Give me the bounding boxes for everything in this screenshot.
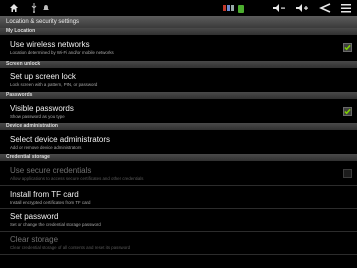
setting-set-up-screen-lock[interactable]: Set up screen lock Lock screen with a pa… — [0, 68, 357, 92]
checkmark-icon — [344, 44, 351, 51]
visible-passwords-checkbox[interactable] — [343, 107, 352, 116]
section-header-my-location: My Location — [0, 28, 357, 35]
setting-install-from-tf-card[interactable]: Install from TF card Install encrypted c… — [0, 186, 357, 208]
status-bar — [0, 0, 357, 16]
setting-use-secure-credentials: Use secure credentials Allow application… — [0, 161, 357, 185]
setting-summary: Show password as you type — [10, 114, 65, 119]
usb-icon — [30, 0, 38, 16]
setting-title: Clear storage — [10, 235, 59, 244]
home-icon[interactable] — [8, 0, 20, 16]
wifi-icon — [236, 0, 246, 16]
wireless-checkbox[interactable] — [343, 43, 352, 52]
setting-visible-passwords[interactable]: Visible passwords Show password as you t… — [0, 99, 357, 123]
setting-title: Set up screen lock — [10, 72, 76, 81]
checkmark-icon — [344, 108, 351, 115]
section-header-device-administration: Device administration — [0, 123, 357, 130]
setting-select-device-administrators[interactable]: Select device administrators Add or remo… — [0, 130, 357, 154]
setting-title: Use wireless networks — [10, 40, 90, 49]
setting-summary: Add or remove device administrators — [10, 145, 82, 150]
divider — [0, 254, 357, 255]
setting-title: Use secure credentials — [10, 166, 92, 175]
page-title: Location & security settings — [0, 16, 357, 28]
setting-summary: Install encrypted certificates from TF c… — [10, 200, 91, 205]
setting-title: Set password — [10, 212, 59, 221]
secure-credentials-checkbox — [343, 169, 352, 178]
setting-summary: Location determined by Wi-Fi and/or mobi… — [10, 50, 114, 55]
setting-summary: Lock screen with a pattern, PIN, or pass… — [10, 82, 98, 87]
volume-down-icon[interactable] — [272, 0, 286, 16]
section-header-screen-unlock: Screen unlock — [0, 61, 357, 68]
setting-title: Install from TF card — [10, 190, 79, 199]
setting-use-wireless-networks[interactable]: Use wireless networks Location determine… — [0, 35, 357, 61]
back-icon[interactable] — [318, 0, 332, 16]
setting-title: Select device administrators — [10, 135, 111, 144]
section-header-passwords: Passwords — [0, 92, 357, 99]
section-header-credential-storage: Credential storage — [0, 154, 357, 161]
notification-icon — [42, 0, 50, 16]
setting-clear-storage: Clear storage Clear credential storage o… — [0, 232, 357, 254]
volume-up-icon[interactable] — [295, 0, 309, 16]
setting-summary: Clear credential storage of all contents… — [10, 245, 131, 250]
menu-icon[interactable] — [340, 0, 352, 16]
setting-set-password[interactable]: Set password Set or change the credentia… — [0, 209, 357, 231]
setting-summary: Allow applications to access secure cert… — [10, 176, 144, 181]
setting-title: Visible passwords — [10, 104, 74, 113]
setting-summary: Set or change the credential storage pas… — [10, 222, 101, 227]
storage-icon — [222, 0, 234, 16]
